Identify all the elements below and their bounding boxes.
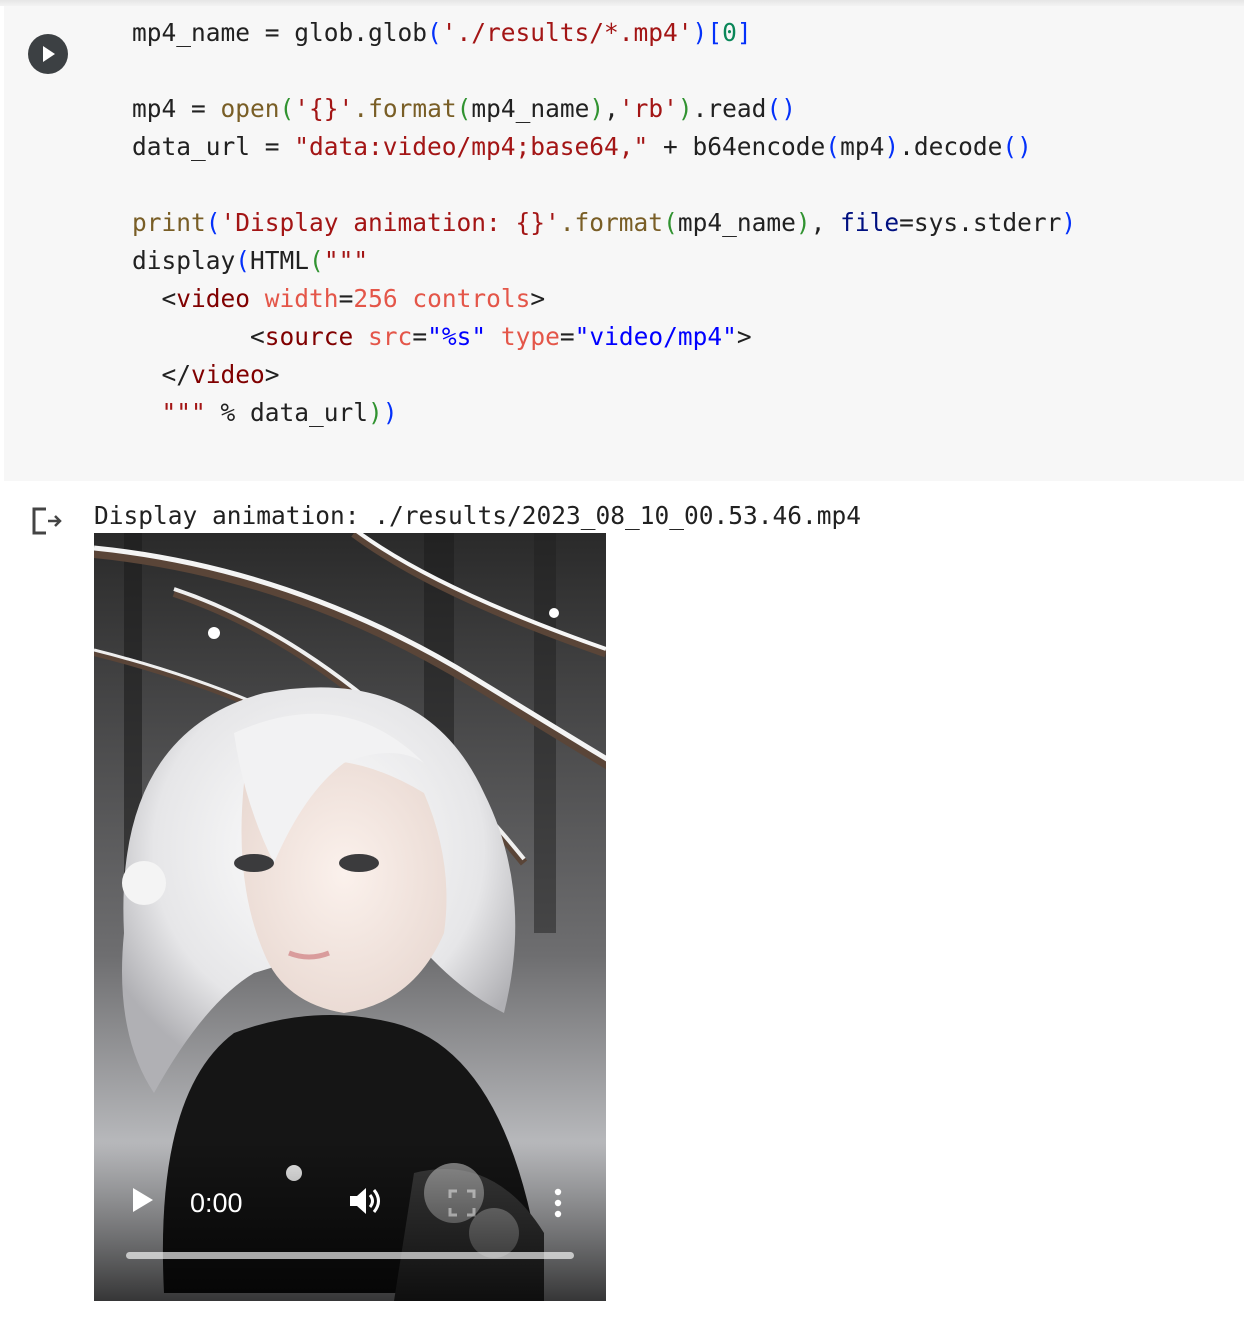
- code-token: .format: [559, 208, 664, 237]
- code-token: .decode: [899, 132, 1003, 161]
- volume-icon[interactable]: [348, 1185, 384, 1217]
- play-icon: [43, 46, 55, 62]
- code-token: <: [132, 322, 265, 351]
- play-icon[interactable]: [130, 1185, 156, 1215]
- code-token: ): [677, 94, 693, 123]
- controls-overlay: [94, 1141, 606, 1301]
- code-token: % data_url: [205, 398, 369, 427]
- code-token: [: [707, 18, 723, 47]
- code-line[interactable]: display(HTML(""": [132, 242, 1076, 280]
- code-line[interactable]: <source src="%s" type="video/mp4">: [132, 318, 1076, 356]
- code-token: =: [412, 322, 428, 351]
- code-token: mp4: [840, 132, 885, 161]
- video-current-time: 0:00: [190, 1188, 243, 1218]
- video-player[interactable]: 0:00: [94, 533, 606, 1301]
- code-token: ,: [604, 94, 619, 123]
- code-token: ): [795, 208, 811, 237]
- output-stderr-text: Display animation: ./results/2023_08_10_…: [94, 501, 862, 530]
- code-token: "data:video/mp4;base64,": [294, 132, 649, 161]
- code-token: ,: [810, 208, 841, 237]
- code-token: "video/mp4": [574, 322, 737, 351]
- code-token: width: [264, 284, 339, 313]
- code-token: =sys.stderr: [899, 208, 1062, 237]
- code-token: (: [427, 18, 442, 47]
- code-token: HTML: [250, 246, 310, 275]
- code-token: print: [132, 208, 206, 237]
- code-token: 'rb': [618, 94, 678, 123]
- more-vert-icon[interactable]: [550, 1187, 566, 1219]
- code-line[interactable]: [132, 166, 1076, 204]
- code-line[interactable]: mp4 = open('{}'.format(mp4_name),'rb').r…: [132, 90, 1076, 128]
- code-token: (: [456, 94, 472, 123]
- code-token: (: [279, 94, 295, 123]
- code-token: src: [368, 322, 413, 351]
- code-token: mp4 =: [132, 94, 221, 123]
- code-token: >: [736, 322, 752, 351]
- code-line[interactable]: </video>: [132, 356, 1076, 394]
- code-token: """: [323, 246, 369, 275]
- code-token: + b64encode: [648, 132, 826, 161]
- code-token: mp4_name: [677, 208, 796, 237]
- code-token: ): [368, 398, 383, 427]
- code-line[interactable]: [132, 52, 1076, 90]
- code-token: (: [309, 246, 324, 275]
- code-token: (: [825, 132, 841, 161]
- code-token: mp4_name = glob.glob: [132, 18, 428, 47]
- code-token: "%s": [427, 322, 487, 351]
- code-token: display: [132, 246, 236, 275]
- code-token: (: [235, 246, 251, 275]
- code-token: './results/*.mp4': [441, 18, 693, 47]
- code-token: >: [264, 360, 280, 389]
- code-token: data_url =: [132, 132, 295, 161]
- run-cell-button[interactable]: [28, 34, 68, 74]
- code-token: """: [161, 398, 206, 427]
- code-token: =: [338, 284, 354, 313]
- code-token: video: [176, 284, 251, 313]
- code-token: file: [840, 208, 900, 237]
- code-token: 'Display animation: {}': [220, 208, 560, 237]
- code-line[interactable]: print('Display animation: {}'.format(mp4…: [132, 204, 1076, 242]
- code-line[interactable]: data_url = "data:video/mp4;base64," + b6…: [132, 128, 1076, 166]
- video-progress-bar[interactable]: [126, 1252, 574, 1259]
- code-token: =: [559, 322, 575, 351]
- code-editor[interactable]: mp4_name = glob.glob('./results/*.mp4')[…: [132, 14, 1076, 432]
- output-redirect-icon[interactable]: [30, 506, 64, 536]
- code-token: ): [589, 94, 605, 123]
- code-token: >: [530, 284, 546, 313]
- code-token: .read: [692, 94, 767, 123]
- code-token: type: [500, 322, 560, 351]
- code-token: controls: [412, 284, 531, 313]
- code-token: (: [205, 208, 221, 237]
- code-token: '{}': [294, 94, 354, 123]
- code-token: video: [191, 360, 265, 389]
- code-token: 256: [353, 284, 398, 313]
- code-token: (): [1002, 132, 1032, 161]
- code-token: <: [132, 284, 177, 313]
- code-line[interactable]: mp4_name = glob.glob('./results/*.mp4')[…: [132, 14, 1076, 52]
- code-token: 0: [722, 18, 737, 47]
- code-token: source: [264, 322, 354, 351]
- code-token: mp4_name: [471, 94, 590, 123]
- code-token: (): [766, 94, 796, 123]
- code-token: ): [382, 398, 398, 427]
- code-token: ]: [736, 18, 752, 47]
- code-token: open: [220, 94, 280, 123]
- code-line[interactable]: <video width=256 controls>: [132, 280, 1076, 318]
- code-token: ): [884, 132, 900, 161]
- code-cell[interactable]: mp4_name = glob.glob('./results/*.mp4')[…: [4, 6, 1244, 481]
- code-token: .format: [353, 94, 457, 123]
- code-token: ): [1061, 208, 1077, 237]
- code-token: ): [692, 18, 708, 47]
- code-token: (: [663, 208, 678, 237]
- fullscreen-icon[interactable]: [448, 1189, 476, 1217]
- code-line[interactable]: """ % data_url)): [132, 394, 1076, 432]
- code-token: </: [132, 360, 192, 389]
